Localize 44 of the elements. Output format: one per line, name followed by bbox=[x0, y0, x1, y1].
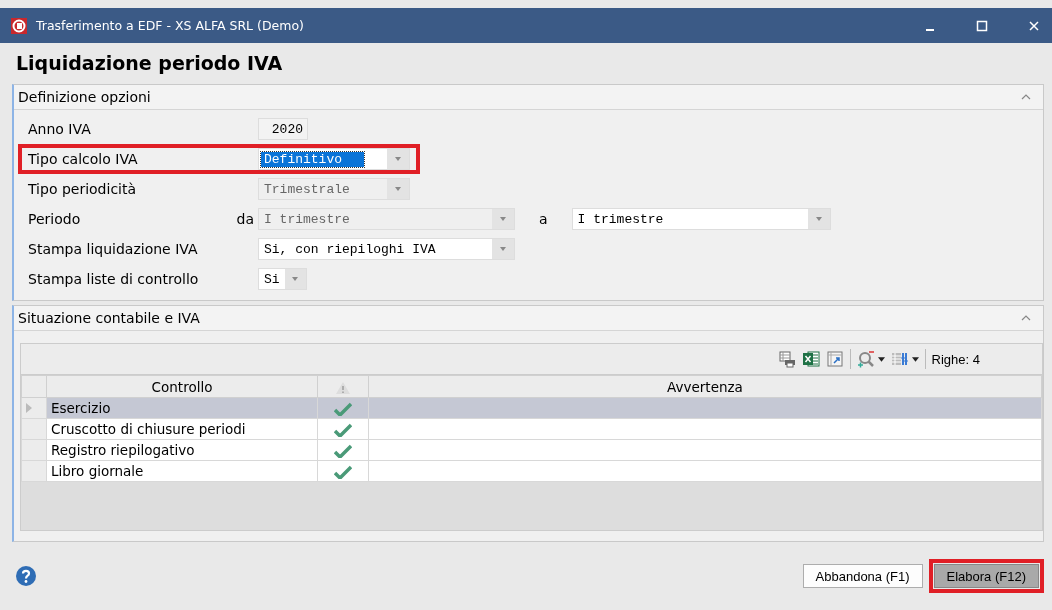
row-count: Righe: 4 bbox=[931, 351, 980, 367]
page-heading: Liquidazione periodo IVA bbox=[15, 51, 284, 76]
maximize-icon[interactable] bbox=[976, 19, 988, 32]
field-label: a bbox=[538, 211, 549, 227]
print-icon[interactable] bbox=[777, 350, 796, 368]
caret-icon bbox=[395, 157, 401, 161]
field-label: Periodo bbox=[28, 211, 81, 227]
panel-title: Situazione contabile e IVA bbox=[18, 310, 200, 326]
collapse-icon[interactable] bbox=[1021, 315, 1031, 321]
field-label: Stampa liquidazione IVA bbox=[28, 241, 198, 257]
close-icon[interactable] bbox=[1028, 19, 1040, 32]
field-label: Anno IVA bbox=[28, 121, 91, 137]
field-label: Stampa liste di controllo bbox=[28, 271, 199, 287]
field-label: Tipo periodicità bbox=[28, 181, 137, 197]
dropdown[interactable]: Si bbox=[258, 268, 307, 290]
field-label: da bbox=[236, 211, 254, 227]
caret-icon[interactable] bbox=[911, 356, 919, 362]
caret-icon bbox=[815, 217, 822, 221]
table-cell: Registro riepilogativo bbox=[46, 439, 318, 461]
help-icon[interactable] bbox=[16, 566, 36, 586]
table-cell: Cruscotto di chiusure periodi bbox=[46, 418, 318, 440]
window-title: Trasferimento a EDF - XS ALFA SRL (Demo) bbox=[36, 18, 304, 33]
column-header[interactable]: Controllo bbox=[46, 375, 318, 398]
dropdown[interactable]: Si, con riepiloghi IVA bbox=[258, 238, 515, 260]
spreadsheet-icon[interactable] bbox=[801, 350, 820, 368]
row-pointer-icon bbox=[26, 403, 32, 413]
caret-icon bbox=[500, 247, 506, 251]
caret-icon bbox=[292, 277, 299, 281]
caret-icon[interactable] bbox=[877, 356, 885, 362]
dropdown[interactable]: Definitivo bbox=[258, 148, 410, 170]
column-header[interactable]: Avvertenza bbox=[368, 375, 1042, 398]
process-button[interactable]: Elabora (F12) bbox=[933, 564, 1039, 588]
grid-settings-icon[interactable] bbox=[890, 350, 909, 368]
panel-title: Definizione opzioni bbox=[18, 89, 151, 105]
table-cell: Esercizio bbox=[46, 397, 318, 419]
export-icon[interactable] bbox=[825, 350, 844, 368]
table-cell: Libro giornale bbox=[46, 460, 318, 482]
field-label: Tipo calcolo IVA bbox=[28, 151, 138, 167]
caret-icon bbox=[395, 187, 401, 191]
cancel-button[interactable]: Abbandona (F1) bbox=[802, 564, 923, 588]
input-field[interactable]: 2020 bbox=[258, 118, 308, 140]
collapse-icon[interactable] bbox=[1021, 94, 1031, 100]
app-logo-icon bbox=[10, 16, 28, 35]
caret-icon bbox=[500, 217, 506, 221]
